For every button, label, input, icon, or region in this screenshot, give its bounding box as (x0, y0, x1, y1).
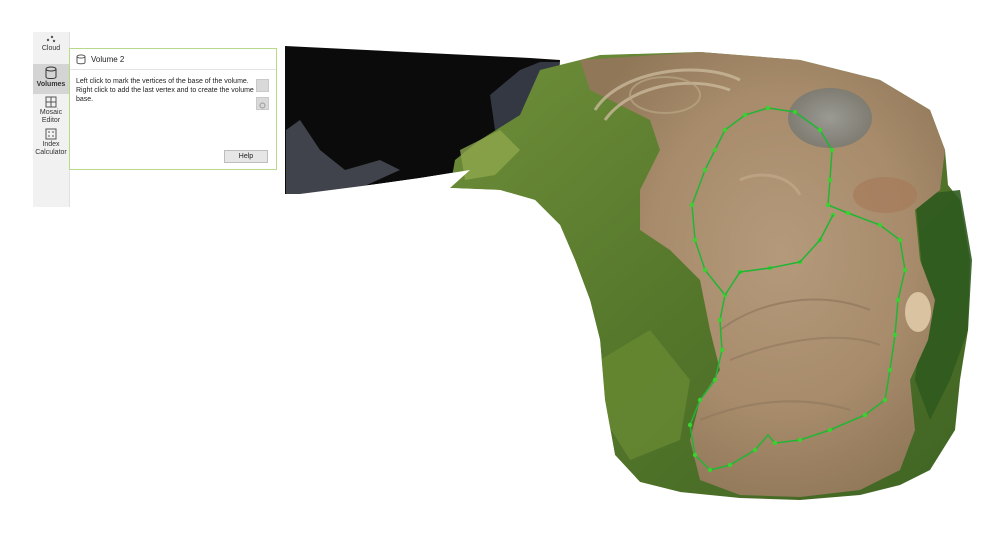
sand-pile (905, 292, 931, 332)
panel-header: Volume 2 (70, 49, 276, 70)
gear-icon (259, 102, 266, 109)
tool-point-cloud[interactable]: Cloud (33, 34, 69, 53)
tool-index-calculator[interactable]: Index Calculator (33, 128, 69, 157)
panel-title: Volume 2 (91, 54, 125, 64)
panel-instructions: Left click to mark the vertices of the b… (76, 78, 254, 103)
volume-icon (76, 53, 86, 64)
app-window: Cloud Volumes Mosaic Editor Index Calcul… (0, 0, 1000, 533)
left-toolbar: Cloud Volumes Mosaic Editor Index Calcul… (33, 32, 70, 207)
tool-label: Index Calculator (35, 141, 67, 156)
point-cloud-icon (46, 35, 56, 43)
grey-stockpile (788, 88, 872, 148)
tool-label: Mosaic Editor (39, 109, 63, 124)
tool-label: Cloud (41, 45, 61, 52)
help-button[interactable]: Help (224, 150, 268, 163)
volumes-icon (45, 66, 57, 79)
panel-side-button-1[interactable] (256, 79, 269, 92)
tool-label: Volumes (36, 81, 66, 88)
panel-side-button-2[interactable] (256, 97, 269, 110)
mosaic-editor-icon (45, 96, 57, 108)
tool-mosaic-editor[interactable]: Mosaic Editor (33, 96, 69, 125)
index-calculator-icon (45, 128, 57, 140)
tool-volumes[interactable]: Volumes (33, 64, 69, 94)
volume-panel: Volume 2 Left click to mark the vertices… (69, 48, 277, 170)
